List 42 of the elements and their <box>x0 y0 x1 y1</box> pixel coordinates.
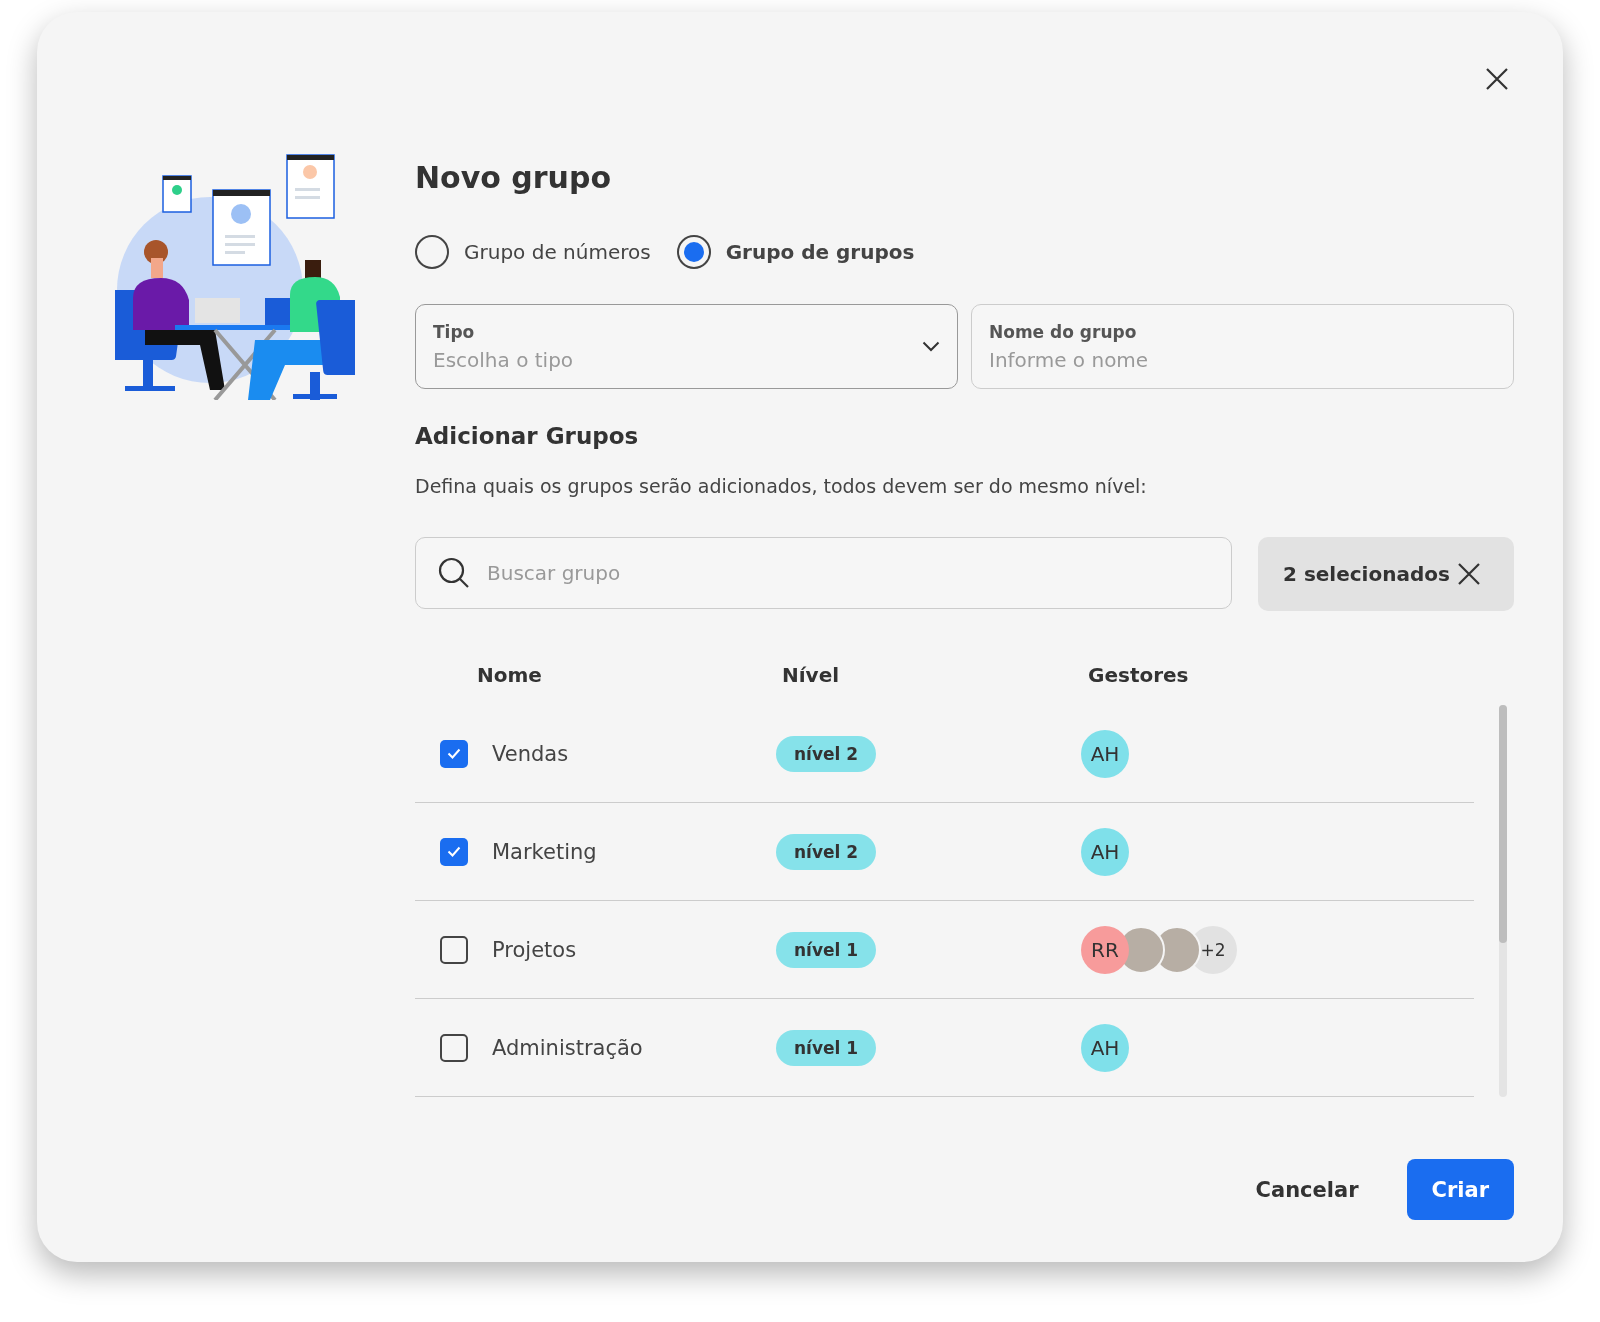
checkbox[interactable] <box>440 837 468 866</box>
section-title: Adicionar Grupos <box>415 423 640 449</box>
level-badge: nível 2 <box>776 833 877 870</box>
level-badge: nível 2 <box>776 735 877 772</box>
chevron-down-icon <box>922 341 940 352</box>
checkbox[interactable] <box>440 739 468 768</box>
select-field[interactable]: Tipo Escolha o tipo <box>415 304 958 389</box>
column-header: Nome <box>477 663 543 687</box>
text-input[interactable]: Informe o nome <box>989 347 1496 372</box>
dialog-title: Novo grupo <box>415 160 613 195</box>
column-header: Gestores <box>1088 663 1189 687</box>
search-icon <box>438 557 470 589</box>
group-name: Vendas <box>492 741 570 766</box>
search-field[interactable]: Buscar grupo <box>415 537 1232 609</box>
text-input[interactable]: Escolha o tipo <box>433 347 922 372</box>
group-name: Projetos <box>492 937 578 962</box>
selection-count: 2 selecionados <box>1283 562 1450 586</box>
field-label: Tipo <box>433 321 476 342</box>
checkbox[interactable] <box>440 935 468 964</box>
avatar: AH <box>1081 729 1129 778</box>
create-button[interactable]: Criar <box>1406 1159 1514 1220</box>
search-input[interactable]: Buscar grupo <box>487 561 1209 585</box>
avatar: AH <box>1081 827 1129 876</box>
input-field[interactable]: Nome do grupo Informe o nome <box>971 304 1514 389</box>
cancel-button[interactable]: Cancelar <box>1255 1167 1359 1212</box>
checkmark-icon <box>447 748 461 759</box>
field-label: Nome do grupo <box>989 321 1138 342</box>
column-header: Nível <box>782 663 841 687</box>
radio-option[interactable]: Grupo de números <box>415 235 651 269</box>
radio-option[interactable]: Grupo de grupos <box>676 235 915 269</box>
checkbox[interactable] <box>440 1033 468 1062</box>
section-description: Defina quais os grupos serão adicionados, todos devem ser do mesmo nível: <box>415 475 1148 497</box>
radio-button[interactable] <box>415 235 449 269</box>
group-name: Administração <box>492 1035 644 1060</box>
avatar: AH <box>1081 1023 1129 1072</box>
scrollbar[interactable] <box>1499 705 1507 1097</box>
level-badge: nível 1 <box>776 1029 877 1066</box>
group-name: Marketing <box>492 839 598 864</box>
avatar: RR <box>1081 925 1129 974</box>
level-badge: nível 1 <box>776 931 877 968</box>
radio-button[interactable] <box>676 235 711 269</box>
checkmark-icon <box>447 846 461 857</box>
